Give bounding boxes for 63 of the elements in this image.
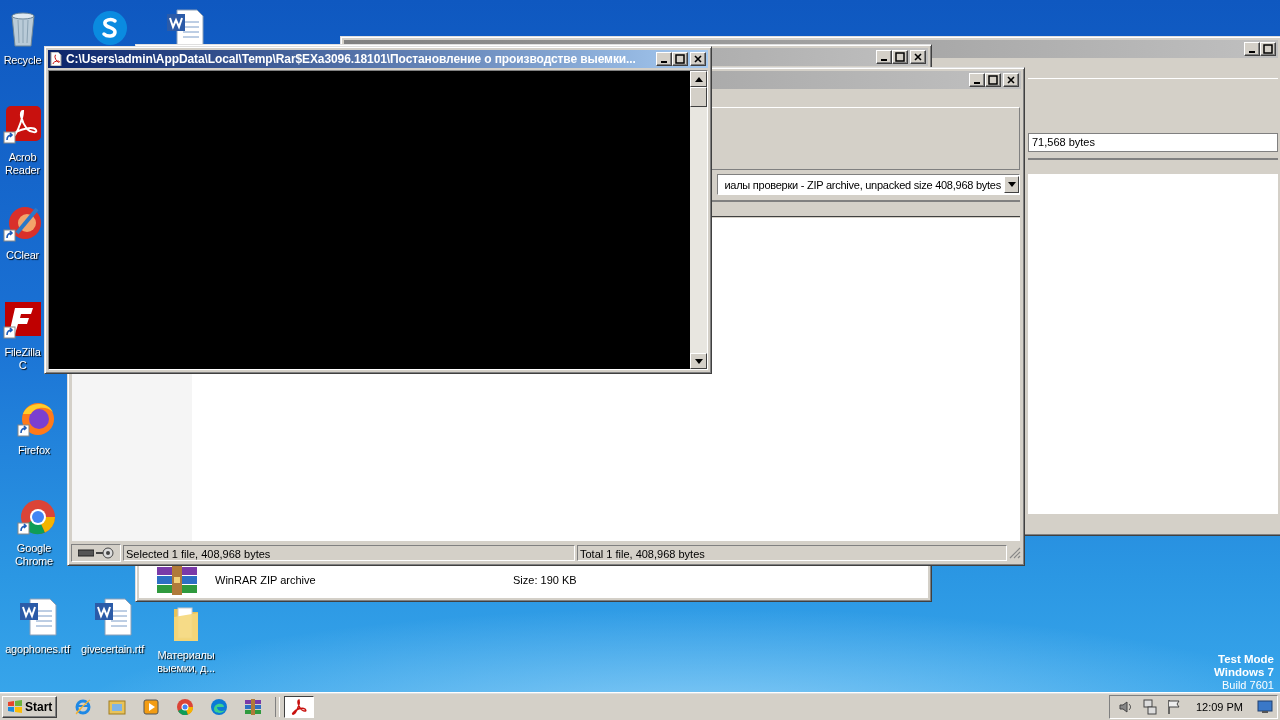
- speaker-icon[interactable]: [1117, 698, 1134, 715]
- close-icon: [1006, 75, 1016, 85]
- acrobat-taskbar-icon[interactable]: [284, 695, 315, 718]
- flag-icon[interactable]: [1165, 698, 1182, 715]
- scroll-down-icon[interactable]: [694, 358, 703, 364]
- minimize-button[interactable]: [969, 73, 985, 87]
- close-icon: [913, 52, 923, 62]
- windows-logo-icon: [7, 699, 23, 714]
- icon-label: Google Chrome: [14, 542, 54, 568]
- maximize-icon: [895, 52, 905, 62]
- scroll-thumb[interactable]: [690, 87, 707, 107]
- show-desktop-icon[interactable]: [1257, 699, 1273, 714]
- status-text: Total 1 file, 408,968 bytes: [577, 545, 1007, 561]
- start-button[interactable]: Start: [2, 695, 58, 718]
- key-icon: [96, 547, 114, 559]
- word-document-icon[interactable]: [92, 597, 133, 637]
- size-field: 71,568 bytes: [1028, 133, 1278, 152]
- minimize-icon: [1249, 51, 1255, 53]
- icon-label: Acrob Reader: [4, 151, 41, 177]
- close-button[interactable]: [690, 52, 706, 66]
- window-title: C:\Users\admin\AppData\Local\Temp\Rar$EXa3096.18101\Постановление о производстве выемки...: [66, 52, 636, 66]
- minimize-icon: [974, 82, 980, 84]
- file-size-text: Size: 190 KB: [513, 574, 577, 586]
- resize-grip-icon[interactable]: [1009, 547, 1021, 559]
- maximize-icon: [988, 75, 998, 85]
- icon-label: FileZilla C: [3, 346, 42, 372]
- icon-label: agophones.rtf: [5, 643, 70, 656]
- minimize-button[interactable]: [656, 52, 672, 66]
- close-button[interactable]: [1003, 73, 1019, 87]
- maximize-button[interactable]: [1260, 42, 1276, 56]
- maximize-button[interactable]: [892, 50, 908, 64]
- minimize-icon: [661, 61, 667, 63]
- minimize-button[interactable]: [876, 50, 892, 64]
- acrobat-icon[interactable]: [3, 105, 43, 145]
- system-notice-text: Test Mode: [1218, 653, 1274, 666]
- icon-label: Firefox: [16, 444, 52, 457]
- close-button[interactable]: [910, 50, 926, 64]
- status-text: Selected 1 file, 408,968 bytes: [123, 545, 575, 561]
- pdf-file-icon: [50, 52, 62, 66]
- word-document-icon[interactable]: [17, 597, 58, 637]
- icon-label: CClear: [5, 249, 40, 262]
- system-notice-text: Build 7601: [1222, 679, 1274, 692]
- system-notice-text: Windows 7: [1214, 666, 1274, 679]
- icon-label: givecertain.rtf: [81, 643, 144, 656]
- maximize-button[interactable]: [985, 73, 1001, 87]
- vertical-scrollbar[interactable]: [690, 71, 707, 369]
- caret-icon: [1007, 182, 1016, 187]
- drive-icon: [78, 549, 94, 557]
- maximize-icon: [1263, 44, 1273, 54]
- maximize-icon: [675, 54, 685, 64]
- minimize-button[interactable]: [1244, 42, 1260, 56]
- skype-icon[interactable]: [90, 8, 130, 48]
- network-icon[interactable]: [1141, 698, 1158, 715]
- file-type-text: WinRAR ZIP archive: [215, 574, 317, 586]
- filezilla-icon[interactable]: [3, 300, 43, 340]
- address-combo[interactable]: иалы проверки - ZIP archive, unpacked size 408,968 bytes: [717, 174, 1020, 195]
- scroll-up-icon[interactable]: [694, 76, 703, 82]
- archive-icon: [155, 565, 199, 595]
- maximize-button[interactable]: [672, 52, 688, 66]
- icon-label: Материалы выемки, д...: [156, 649, 216, 675]
- icon-label: Recycle: [2, 54, 43, 67]
- close-icon: [693, 54, 703, 64]
- clock-text[interactable]: 12:09 PM: [1195, 700, 1243, 713]
